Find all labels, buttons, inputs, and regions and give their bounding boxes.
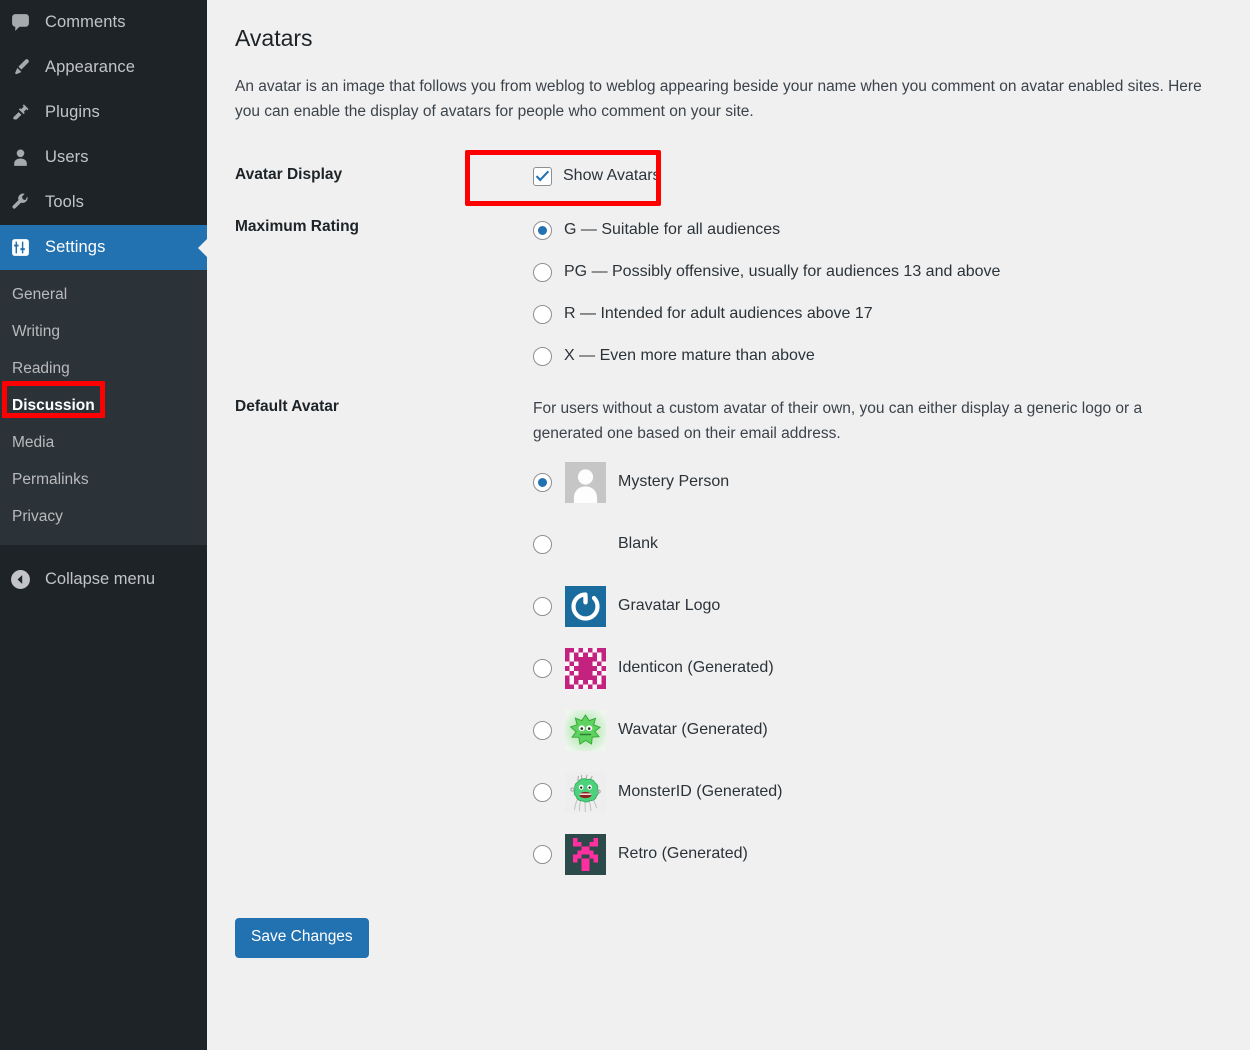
avatar-label-identicon: Identicon (Generated) (618, 659, 774, 677)
sidebar-item-label: Tools (45, 193, 85, 211)
blank-avatar-icon (565, 524, 606, 565)
avatar-option-wavatar[interactable]: Wavatar (Generated) (533, 706, 1210, 754)
avatar-label-wavatar: Wavatar (Generated) (618, 721, 768, 739)
wordpress-admin-screen: Comments Appearance Plugins Users Tools (0, 0, 1250, 1050)
page-description: An avatar is an image that follows you f… (235, 77, 1202, 120)
avatar-label-mystery: Mystery Person (618, 473, 730, 491)
avatar-settings-table: Avatar Display Show Avatars Maximum Rati… (235, 150, 1220, 892)
avatar-radio-mystery[interactable] (533, 472, 552, 492)
row-avatar-display: Avatar Display Show Avatars (235, 150, 1220, 202)
submenu-item-general[interactable]: General (0, 276, 207, 313)
sidebar-item-settings[interactable]: Settings (0, 225, 208, 270)
avatar-option-identicon[interactable]: Identicon (Generated) (533, 644, 1210, 692)
show-avatars-checkbox[interactable] (533, 166, 552, 186)
settings-content: Avatars An avatar is an image that follo… (207, 0, 1250, 1050)
sidebar-item-tools[interactable]: Tools (0, 180, 207, 225)
avatar-label-gravatar: Gravatar Logo (618, 597, 721, 615)
submenu-item-media[interactable]: Media (0, 424, 207, 461)
avatar-label-monsterid: MonsterID (Generated) (618, 783, 783, 801)
collapse-menu-label: Collapse menu (45, 569, 156, 588)
maximum-rating-field: G — Suitable for all audiences PG — Poss… (533, 202, 1220, 382)
avatar-radio-blank[interactable] (533, 534, 552, 554)
sidebar-item-label: Users (45, 148, 89, 166)
rating-label-x: X — Even more mature than above (564, 347, 815, 365)
rating-radio-r[interactable] (533, 304, 552, 324)
save-changes-wrap: Save Changes (235, 892, 1220, 958)
collapse-arrow-icon (10, 569, 40, 590)
avatar-label-retro: Retro (Generated) (618, 845, 748, 863)
avatar-option-blank[interactable]: Blank (533, 520, 1210, 568)
rating-option-x[interactable]: X — Even more mature than above (533, 344, 1210, 368)
paintbrush-icon (10, 57, 40, 78)
sidebar-item-label: Settings (45, 238, 106, 256)
wavatar-avatar-icon (565, 709, 606, 751)
user-icon (10, 147, 40, 168)
avatar-radio-retro[interactable] (533, 844, 552, 864)
rating-option-pg[interactable]: PG — Possibly offensive, usually for aud… (533, 260, 1210, 284)
submenu-item-writing[interactable]: Writing (0, 313, 207, 350)
sidebar-item-appearance[interactable]: Appearance (0, 45, 207, 90)
rating-option-r[interactable]: R — Intended for adult audiences above 1… (533, 302, 1210, 326)
rating-radio-x[interactable] (533, 346, 552, 366)
settings-submenu-wrap: General Writing Reading Discussion Media… (0, 270, 207, 545)
rating-label-pg: PG — Possibly offensive, usually for aud… (564, 263, 1001, 281)
comment-bubble-icon (10, 12, 40, 33)
avatar-radio-gravatar[interactable] (533, 596, 552, 616)
rating-label-g: G — Suitable for all audiences (564, 221, 781, 239)
page-title: Avatars (235, 25, 313, 51)
sidebar-item-label: Plugins (45, 103, 100, 121)
avatar-option-mystery[interactable]: Mystery Person (533, 458, 1210, 506)
default-avatar-field: For users without a custom avatar of the… (533, 382, 1220, 892)
submenu-item-reading[interactable]: Reading (0, 350, 207, 387)
settings-submenu: General Writing Reading Discussion Media… (0, 270, 207, 545)
avatar-radio-wavatar[interactable] (533, 720, 552, 740)
avatar-display-field: Show Avatars (533, 150, 1220, 202)
submenu-item-privacy[interactable]: Privacy (0, 498, 207, 535)
row-maximum-rating: Maximum Rating G — Suitable for all audi… (235, 202, 1220, 382)
sidebar-item-comments[interactable]: Comments (0, 0, 207, 45)
show-avatars-label: Show Avatars (563, 167, 661, 185)
avatar-radio-monsterid[interactable] (533, 782, 552, 802)
avatar-option-monsterid[interactable]: MonsterID (Generated) (533, 768, 1210, 816)
submenu-item-permalinks[interactable]: Permalinks (0, 461, 207, 498)
avatar-option-gravatar[interactable]: Gravatar Logo (533, 582, 1210, 630)
wrench-icon (10, 192, 40, 213)
monsterid-avatar-icon (565, 771, 606, 813)
avatar-option-retro[interactable]: Retro (Generated) (533, 830, 1210, 878)
sidebar-item-label: Comments (45, 13, 126, 31)
save-changes-button[interactable]: Save Changes (235, 918, 369, 958)
identicon-avatar-icon (565, 647, 606, 689)
default-avatar-description: For users without a custom avatar of the… (533, 400, 1143, 443)
submenu-item-discussion[interactable]: Discussion (0, 387, 207, 424)
show-avatars-checkbox-row[interactable]: Show Avatars (533, 164, 1210, 188)
rating-option-g[interactable]: G — Suitable for all audiences (533, 218, 1210, 242)
gravatar-logo-icon (565, 585, 606, 627)
maximum-rating-options: G — Suitable for all audiences PG — Poss… (533, 216, 1210, 368)
retro-avatar-icon (565, 833, 606, 875)
content-inner: Avatars An avatar is an image that follo… (207, 0, 1250, 958)
checkmark-icon (535, 170, 550, 182)
sliders-icon (10, 237, 40, 258)
avatar-display-label: Avatar Display (235, 166, 343, 184)
sidebar-item-plugins[interactable]: Plugins (0, 90, 207, 135)
rating-label-r: R — Intended for adult audiences above 1… (564, 305, 873, 323)
row-default-avatar: Default Avatar For users without a custo… (235, 382, 1220, 892)
collapse-menu-button[interactable]: Collapse menu (0, 557, 207, 601)
default-avatar-label: Default Avatar (235, 398, 339, 416)
admin-sidebar: Comments Appearance Plugins Users Tools (0, 0, 208, 1050)
rating-radio-g[interactable] (533, 220, 552, 240)
default-avatar-options: Mystery Person Blank Gravatar Logo Ident… (533, 458, 1210, 878)
plug-icon (10, 102, 40, 123)
sidebar-item-label: Appearance (45, 58, 135, 76)
mystery-person-avatar-icon (565, 461, 606, 503)
maximum-rating-label: Maximum Rating (235, 218, 360, 236)
rating-radio-pg[interactable] (533, 262, 552, 282)
avatar-label-blank: Blank (618, 535, 659, 553)
sidebar-item-users[interactable]: Users (0, 135, 207, 180)
avatar-radio-identicon[interactable] (533, 658, 552, 678)
